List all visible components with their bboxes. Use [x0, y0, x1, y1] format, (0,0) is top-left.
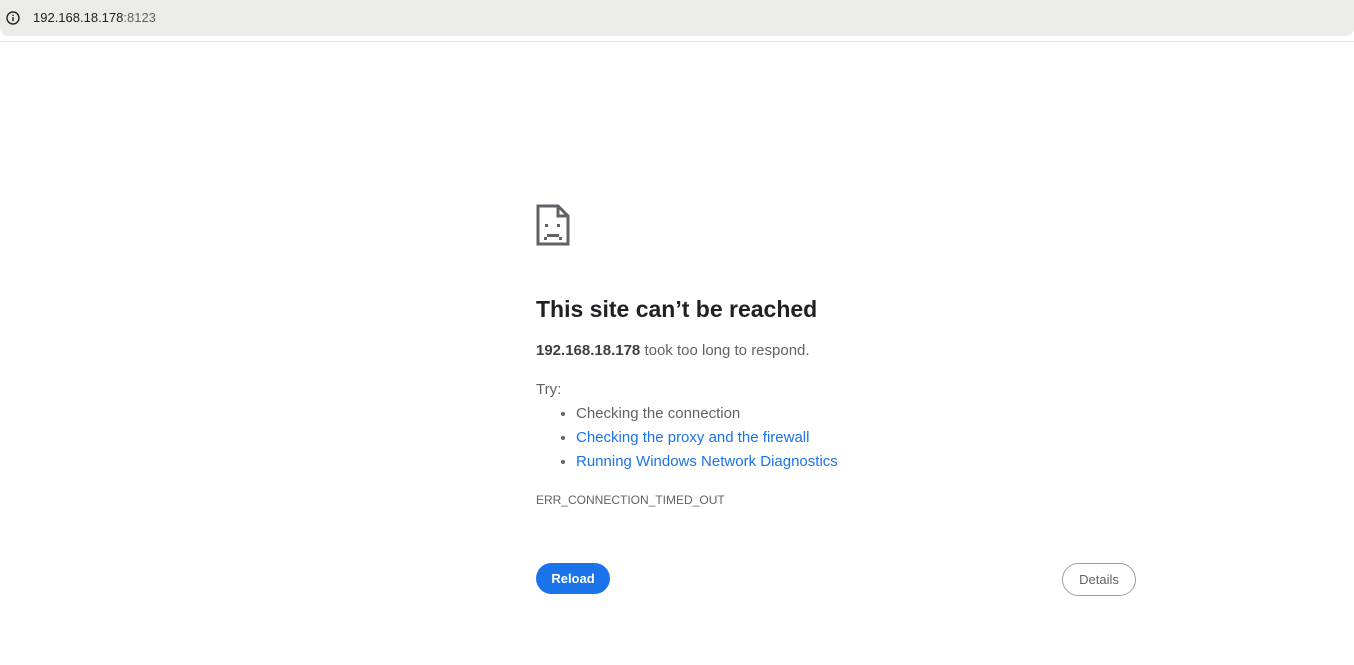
url-host: 192.168.18.178 — [33, 10, 124, 25]
network-diagnostics-link[interactable]: Running Windows Network Diagnostics — [576, 453, 838, 470]
error-summary: 192.168.18.178 took too long to respond. — [536, 341, 810, 361]
suggestion-check-proxy: Checking the proxy and the firewall — [576, 426, 838, 450]
details-button[interactable]: Details — [1062, 563, 1136, 596]
sad-page-icon — [536, 204, 570, 246]
error-summary-text: took too long to respond. — [640, 342, 810, 359]
url-text[interactable]: 192.168.18.178:8123 — [33, 10, 156, 26]
url-port: :8123 — [123, 10, 156, 25]
page-title: This site can’t be reached — [536, 296, 818, 322]
suggestion-check-connection: Checking the connection — [576, 402, 838, 426]
try-label: Try: — [536, 381, 562, 398]
error-page: 192.168.18.178:8123 This site can’t be r… — [0, 0, 1354, 665]
error-host: 192.168.18.178 — [536, 342, 641, 359]
suggestion-list: Checking the connection Checking the pro… — [536, 402, 838, 474]
address-divider — [0, 41, 1354, 42]
check-proxy-link[interactable]: Checking the proxy and the firewall — [576, 429, 809, 446]
reload-button[interactable]: Reload — [536, 563, 610, 594]
info-icon[interactable] — [6, 11, 20, 25]
suggestion-run-diagnostics: Running Windows Network Diagnostics — [576, 450, 838, 474]
address-bar[interactable]: 192.168.18.178:8123 — [0, 0, 1354, 36]
suggestion-text: Checking the connection — [576, 405, 741, 422]
error-code: ERR_CONNECTION_TIMED_OUT — [536, 493, 725, 507]
